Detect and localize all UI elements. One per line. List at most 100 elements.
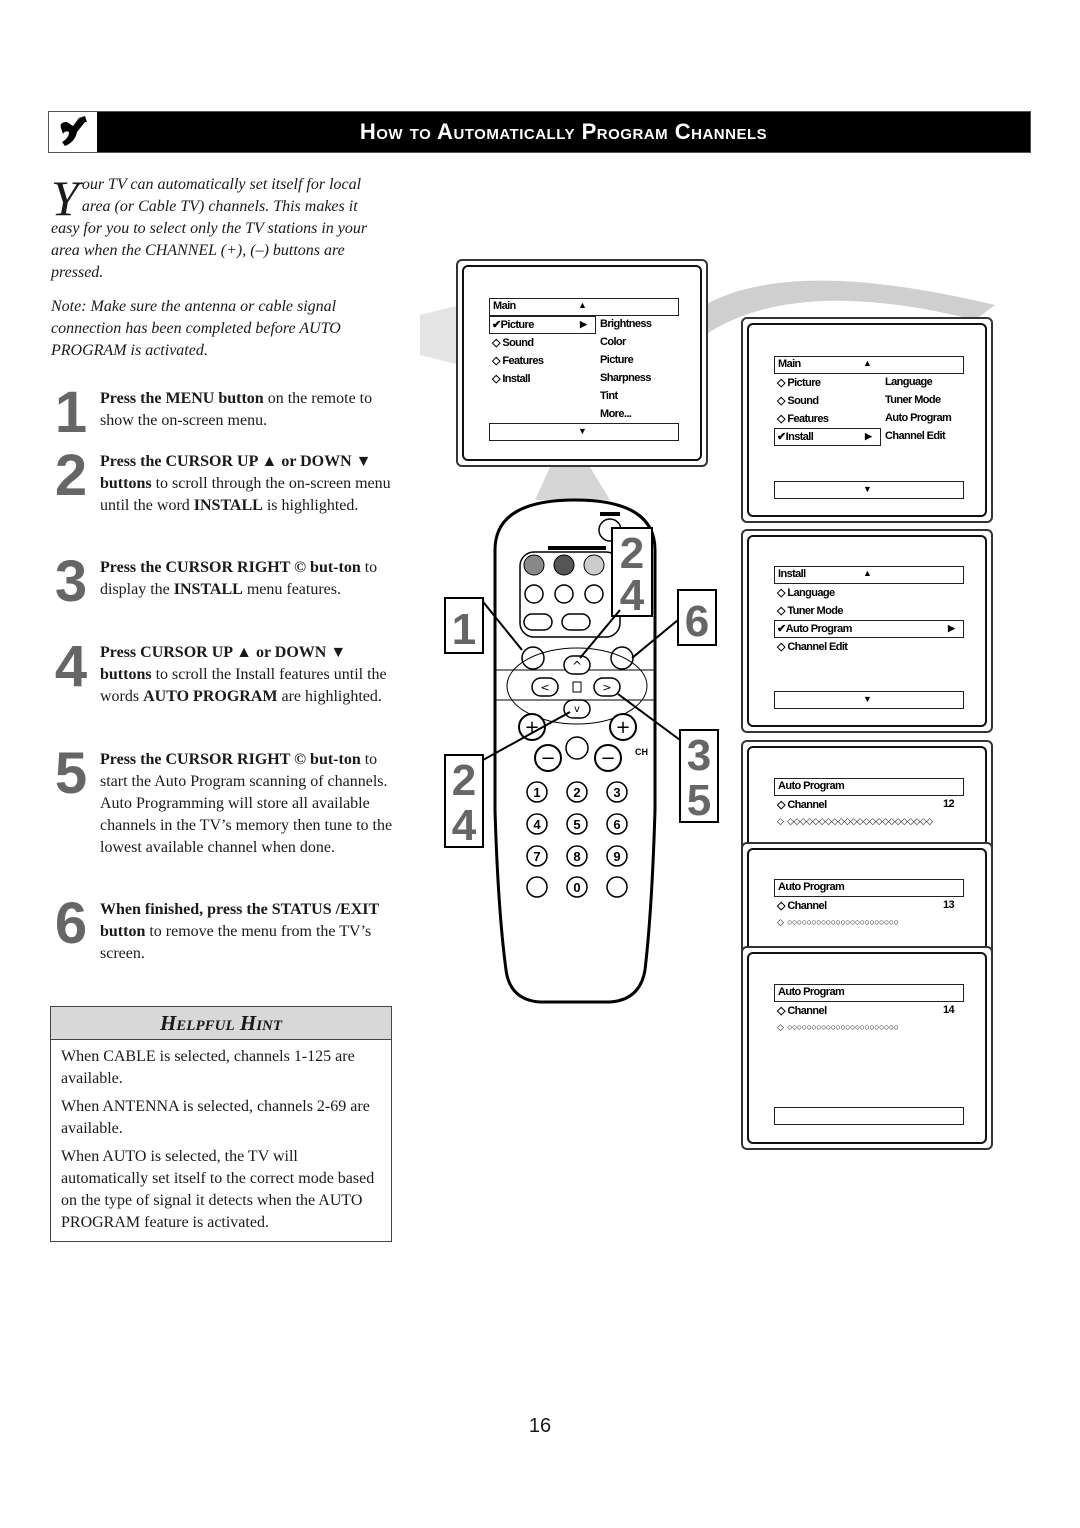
callout-5: 5 — [687, 776, 711, 825]
step-5: 5 Press the CURSOR RIGHT © but-ton to st… — [50, 745, 395, 859]
callout-6: 6 — [685, 597, 709, 646]
down-arrow-icon: ▼ — [863, 694, 872, 704]
step-bold: INSTALL — [193, 497, 263, 514]
submenu-item: Language — [885, 376, 933, 388]
step-number: 1 — [54, 380, 88, 445]
wrench-hand-icon — [49, 112, 99, 152]
submenu-item: Tint — [600, 390, 618, 402]
brand-label — [548, 546, 606, 550]
menu-item: ◇ Features — [492, 355, 544, 367]
submenu-item: Sharpness — [600, 372, 651, 384]
digit-3: 3 — [613, 785, 620, 800]
ch-label: CH — [635, 747, 648, 757]
menu-item: ◇ Channel Edit — [777, 641, 848, 653]
menu-item: ◇ Tuner Mode — [777, 605, 843, 617]
digit-9: 9 — [613, 849, 620, 864]
submenu-item: Color — [600, 336, 626, 348]
up-arrow-icon: ▲ — [863, 358, 872, 368]
hint-paragraph: When ANTENNA is selected, channels 2-69 … — [61, 1098, 370, 1137]
step-number: 5 — [54, 741, 88, 806]
step-1: 1 Press the MENU button on the remote to… — [50, 384, 395, 442]
svg-text:v: v — [574, 704, 580, 715]
right-arrow-icon: ▶ — [865, 431, 872, 441]
step-2: 2 Press the CURSOR UP ▲ or DOWN ▼ button… — [50, 447, 395, 517]
menu-title: Auto Program — [778, 881, 845, 893]
svg-text:>: > — [602, 681, 611, 694]
channel-number: 12 — [943, 798, 955, 810]
digit-4: 4 — [533, 817, 541, 832]
menu-title: Auto Program — [778, 780, 845, 792]
submenu-item: Auto Program — [885, 412, 952, 424]
svg-text:<: < — [540, 681, 549, 694]
digit-2: 2 — [573, 785, 580, 800]
down-arrow-icon: ▼ — [863, 484, 872, 494]
step-bold: INSTALL — [173, 581, 243, 598]
step-number: 2 — [54, 443, 88, 508]
section-header: How to Automatically Program Channels — [48, 111, 1031, 153]
digit-7: 7 — [533, 849, 540, 864]
step-3: 3 Press the CURSOR RIGHT © but-ton to di… — [50, 553, 395, 611]
menu-item: ◇ Sound — [777, 395, 819, 407]
submenu-item: Brightness — [600, 318, 652, 330]
step-text: are highlighted. — [277, 688, 382, 705]
drop-cap: Y — [51, 170, 79, 226]
helpful-hint-box: Helpful Hint When CABLE is selected, cha… — [50, 1006, 392, 1242]
step-text: is highlighted. — [262, 497, 359, 514]
sleep-button — [526, 876, 548, 898]
hint-title: Helpful Hint — [51, 1007, 391, 1040]
right-arrow-icon: ▶ — [948, 623, 955, 633]
down-arrow-icon: ▼ — [578, 426, 587, 436]
up-arrow-icon: ▲ — [578, 300, 587, 310]
menu-item: ◇ Language — [777, 587, 835, 599]
color-button-2 — [553, 554, 575, 576]
progress-dots: ◇ ◇◇◇◇◇◇◇◇◇◇◇◇◇◇◇◇◇◇◇◇◇◇◇ — [777, 816, 933, 826]
svg-text:+: + — [615, 717, 630, 738]
callout-4: 4 — [620, 571, 645, 620]
menu-item: ◇ Picture — [777, 377, 821, 389]
step-number: 4 — [54, 634, 88, 699]
channel-number: 14 — [943, 1004, 955, 1016]
menu-bottom-bar — [774, 1107, 964, 1125]
step-text: menu features. — [242, 581, 342, 598]
remote-control-illustration: ^ v < > + − + − CH 1 2 3 4 5 6 7 8 9 0 1… — [444, 498, 719, 1004]
digit-8: 8 — [573, 849, 580, 864]
color-button-3 — [583, 554, 605, 576]
menu-item-selected: ✔Auto Program — [777, 623, 852, 635]
step-bold: Press the CURSOR RIGHT © but-ton — [100, 559, 361, 576]
callout-4b: 4 — [452, 801, 477, 850]
menu-title: Main — [493, 300, 516, 312]
menu-item-selected: ✔Picture — [492, 319, 534, 331]
step-bold: AUTO PROGRAM — [143, 688, 278, 705]
submenu-item: Picture — [600, 354, 634, 366]
step-bold: Press the MENU button — [100, 390, 264, 407]
callout-2b: 2 — [452, 756, 476, 805]
menu-title: Auto Program — [778, 986, 845, 998]
svg-text:^: ^ — [572, 659, 582, 673]
menu-title: Main — [778, 358, 801, 370]
menu-item: ◇ Features — [777, 413, 829, 425]
progress-dots: ◇ ○○○○○○○○○○○○○○○○○○○○○○○ — [777, 917, 899, 927]
hint-paragraph: When CABLE is selected, channels 1-125 a… — [61, 1048, 355, 1087]
tv-screen-main-install: Main ▲ ◇ Picture ◇ Sound ◇ Features ✔Ins… — [741, 317, 993, 523]
tv-screen-install: Install ▲ ◇ Language ◇ Tuner Mode ✔Auto … — [741, 529, 993, 733]
channel-label: ◇ Channel — [777, 1005, 827, 1017]
intro-text: our TV can automatically set itself for … — [51, 176, 368, 281]
note-paragraph: Note: Make sure the antenna or cable sig… — [51, 298, 341, 359]
submenu-item: Channel Edit — [885, 430, 946, 442]
progress-dots: ◇ ○○○○○○○○○○○○○○○○○○○○○○○ — [777, 1022, 899, 1032]
step-bold: Press the CURSOR RIGHT © but-ton — [100, 751, 361, 768]
page-title: How to Automatically Program Channels — [359, 119, 768, 144]
menu-title: Install — [778, 568, 806, 580]
step-6: 6 When finished, press the STATUS /EXIT … — [50, 895, 395, 965]
step-number: 3 — [54, 549, 88, 614]
up-arrow-icon: ▲ — [863, 568, 872, 578]
intro-paragraph: Your TV can automatically set itself for… — [51, 170, 386, 284]
tv-screen-main-picture: Main ▲ ✔Picture ▶ ◇ Sound ◇ Features ◇ I… — [456, 259, 708, 467]
callout-1: 1 — [452, 605, 476, 654]
color-button-1 — [523, 554, 545, 576]
menu-item: ◇ Sound — [492, 337, 534, 349]
digit-5: 5 — [573, 817, 580, 832]
svg-text:−: − — [600, 748, 615, 769]
step-4: 4 Press CURSOR UP ▲ or DOWN ▼ buttons to… — [50, 638, 395, 708]
tv-screen-auto-program-14: Auto Program ◇ Channel 14 ◇ ○○○○○○○○○○○○… — [741, 946, 993, 1150]
